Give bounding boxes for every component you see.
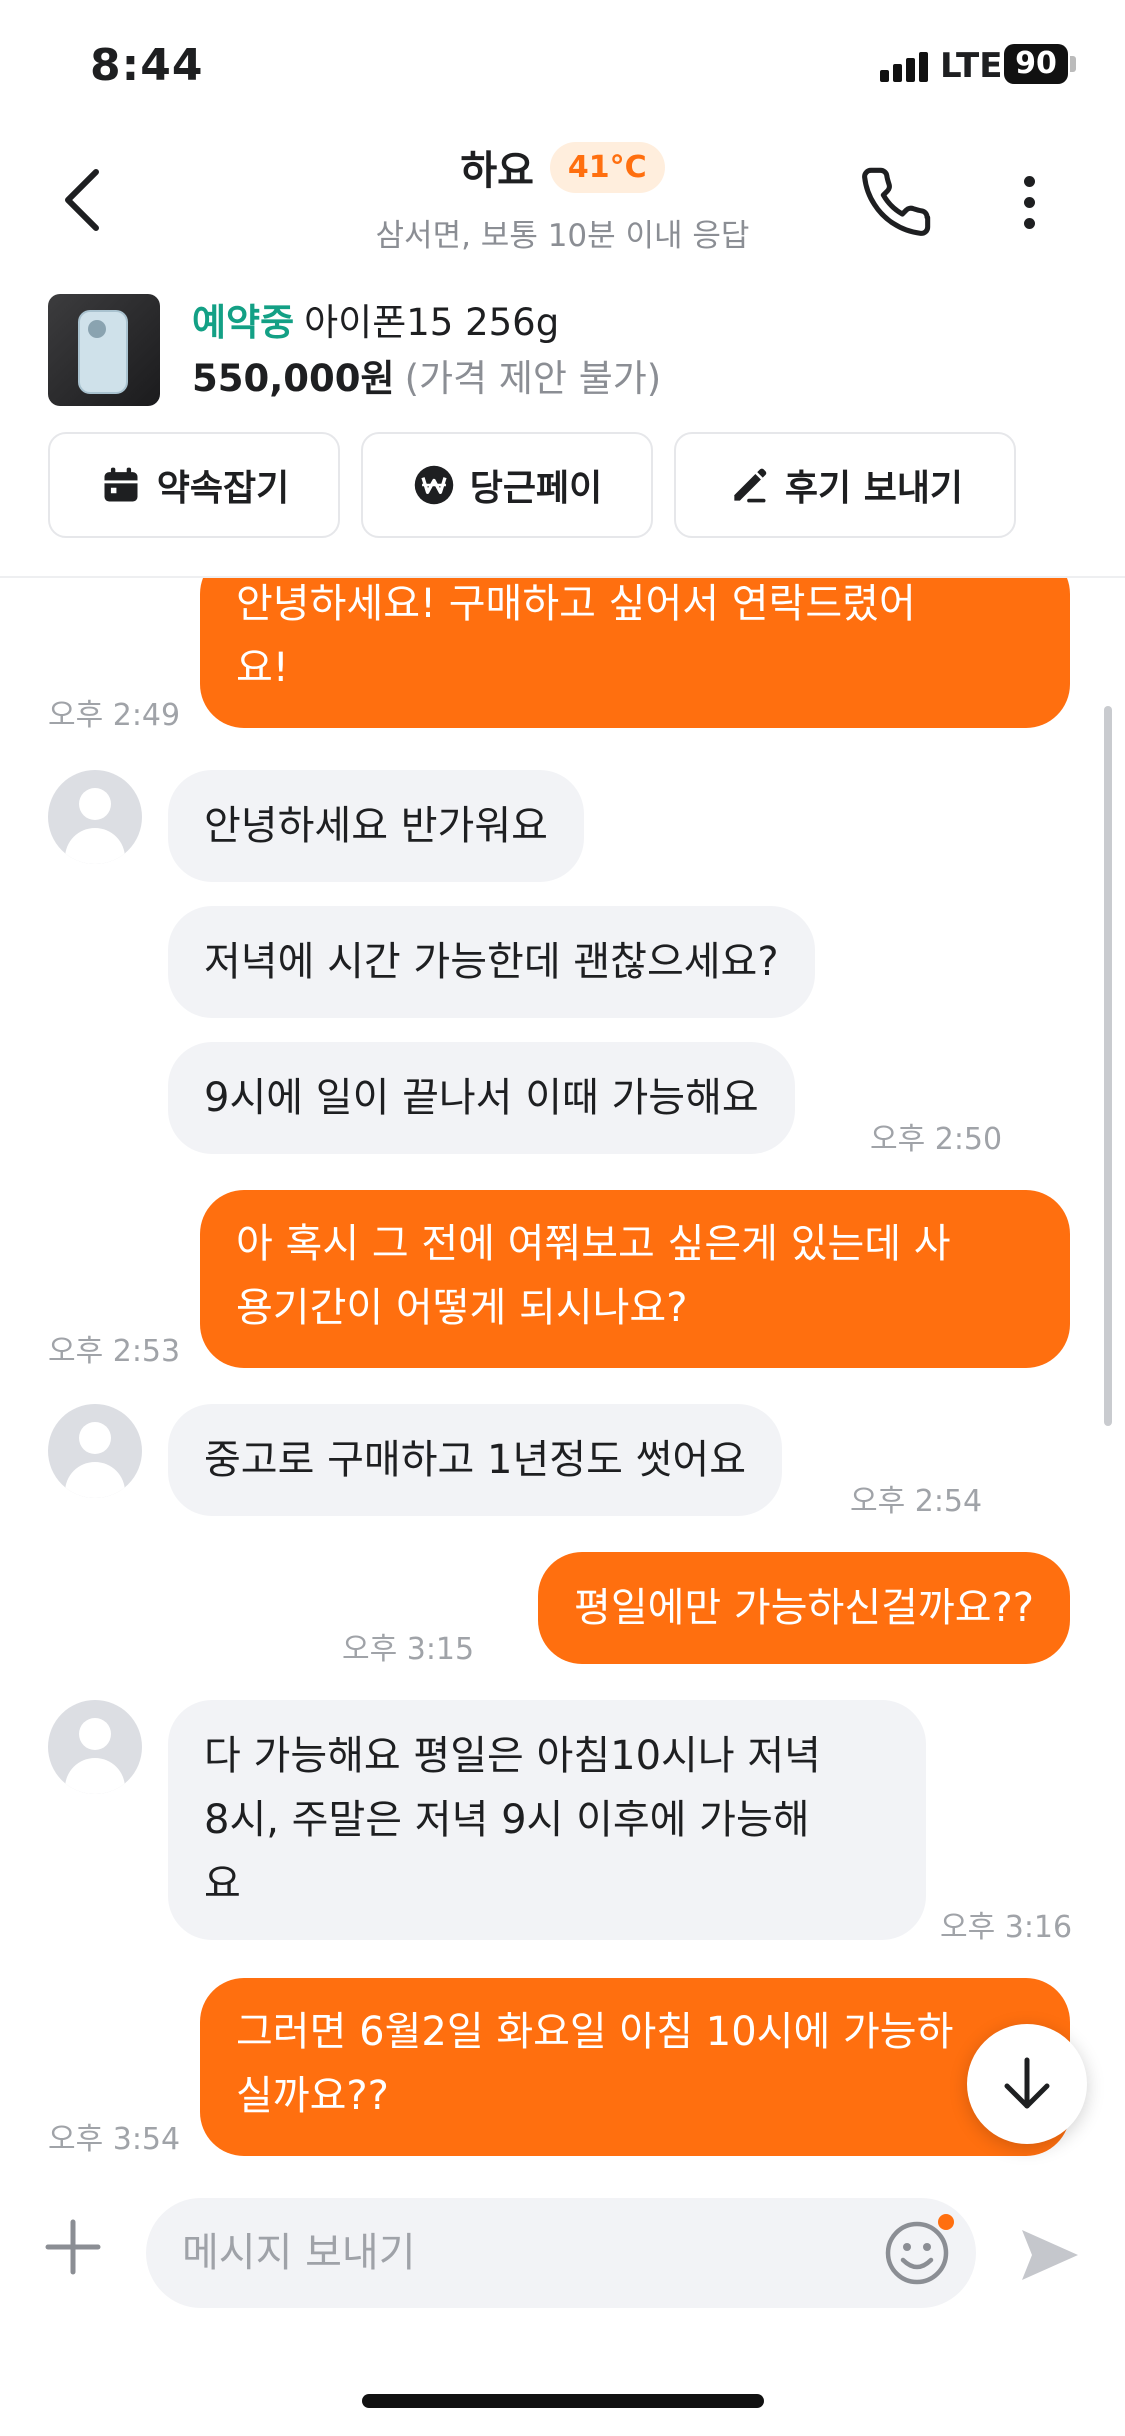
message-list[interactable]: 안녕하세요! 구매하고 싶어서 연락드렸어 요! 오후 2:49 안녕하세요 반… <box>0 578 1125 2158</box>
won-coin-icon <box>414 465 453 505</box>
attach-button[interactable] <box>40 2214 106 2280</box>
message-scrollbar[interactable] <box>1104 706 1112 1426</box>
price-note: (가격 제안 불가) <box>404 357 662 400</box>
avatar[interactable] <box>48 1700 142 1794</box>
send-review-button[interactable]: 후기 보내기 <box>674 432 1016 538</box>
schedule-label: 약속잡기 <box>156 468 290 509</box>
call-button[interactable] <box>858 164 934 240</box>
message-line: 다 가능해요 평일은 아침10시나 저녁 <box>204 1733 821 1779</box>
chat-header: 하요 41°C 삼서면, 보통 10분 이내 응답 <box>0 130 1125 270</box>
message-line: 그러면 6월2일 화요일 아침 10시에 가능하 <box>236 2009 954 2055</box>
manner-temperature-badge[interactable]: 41°C <box>549 141 665 193</box>
message-line: 평일에만 가능하신걸까요?? <box>574 1585 1034 1631</box>
message-line: 9시에 일이 끝나서 이때 가능해요 <box>204 1075 759 1121</box>
network-label: LTE <box>940 46 1003 86</box>
product-name: 아이폰15 256g <box>304 301 560 344</box>
message-time: 오후 2:50 <box>870 1122 1003 1157</box>
send-button[interactable] <box>1016 2222 1082 2288</box>
incoming-message[interactable]: 저녁에 시간 가능한데 괜찮으세요? <box>168 906 815 1018</box>
schedule-button[interactable]: 약속잡기 <box>48 432 340 538</box>
incoming-message[interactable]: 중고로 구매하고 1년정도 썻어요 <box>168 1404 782 1516</box>
new-emoji-dot <box>938 2214 954 2230</box>
incoming-message[interactable]: 안녕하세요 반가워요 <box>168 770 584 882</box>
phone-icon <box>862 167 931 236</box>
message-line: 저녁에 시간 가능한데 괜찮으세요? <box>204 939 779 985</box>
karrot-pay-button[interactable]: 당근페이 <box>361 432 653 538</box>
home-indicator[interactable] <box>362 2394 764 2408</box>
karrot-pay-label: 당근페이 <box>469 468 603 509</box>
battery-cap <box>1070 56 1076 72</box>
message-time: 오후 3:15 <box>342 1632 475 1667</box>
message-time: 오후 3:16 <box>940 1910 1073 1945</box>
status-bar: 8:44 LTE 90 <box>0 0 1125 130</box>
title-area: 하요 41°C 삼서면, 보통 10분 이내 응답 <box>0 138 1125 255</box>
message-input[interactable] <box>146 2198 976 2308</box>
message-line: 요 <box>204 1861 241 1907</box>
message-time: 오후 2:53 <box>48 1334 181 1369</box>
message-time: 오후 2:54 <box>850 1484 983 1519</box>
chat-screen: 8:44 LTE 90 하요 41°C 삼서면, 보통 10분 이내 응답 예약… <box>0 0 1125 2436</box>
header-subtitle: 삼서면, 보통 10분 이내 응답 <box>375 218 750 254</box>
more-options-button[interactable] <box>1010 164 1050 240</box>
pencil-icon <box>734 468 767 503</box>
reservation-status: 예약중 <box>192 301 295 344</box>
outgoing-message[interactable]: 아 혹시 그 전에 여쭤보고 싶은게 있는데 사 용기간이 어떻게 되시나요? <box>200 1190 1070 1368</box>
product-price-line: 550,000원 (가격 제안 불가) <box>192 348 661 402</box>
status-time: 8:44 <box>90 40 204 91</box>
send-icon <box>1022 2230 1078 2280</box>
outgoing-message[interactable]: 평일에만 가능하신걸까요?? <box>538 1552 1070 1664</box>
message-line: 중고로 구매하고 1년정도 썻어요 <box>204 1437 746 1483</box>
product-title-line: 예약중 아이폰15 256g <box>192 292 559 346</box>
message-time: 오후 3:54 <box>48 2122 181 2157</box>
message-line: 안녕하세요! 구매하고 싶어서 연락드렸어 <box>236 581 916 627</box>
incoming-message[interactable]: 다 가능해요 평일은 아침10시나 저녁 8시, 주말은 저녁 9시 이후에 가… <box>168 1700 926 1940</box>
plus-icon <box>45 2219 101 2275</box>
message-time: 오후 2:49 <box>48 698 181 733</box>
send-review-label: 후기 보내기 <box>784 468 964 509</box>
avatar[interactable] <box>48 1404 142 1498</box>
message-line: 아 혹시 그 전에 여쭤보고 싶은게 있는데 사 <box>236 1221 951 1267</box>
product-thumbnail <box>48 294 160 406</box>
message-line: 8시, 주말은 저녁 9시 이후에 가능해 <box>204 1797 810 1843</box>
scroll-to-bottom-button[interactable] <box>967 2024 1087 2144</box>
avatar[interactable] <box>48 770 142 864</box>
message-line: 용기간이 어떻게 되시나요? <box>236 1285 688 1331</box>
product-summary[interactable]: 예약중 아이폰15 256g 550,000원 (가격 제안 불가) <box>0 286 1125 416</box>
outgoing-message[interactable]: 그러면 6월2일 화요일 아침 10시에 가능하 실까요?? <box>200 1978 1070 2156</box>
arrow-down-icon <box>1004 2057 1050 2109</box>
message-line: 요! <box>236 645 289 691</box>
message-line: 안녕하세요 반가워요 <box>204 803 548 849</box>
outgoing-message[interactable]: 안녕하세요! 구매하고 싶어서 연락드렸어 요! <box>200 578 1070 728</box>
signal-icon <box>880 50 932 82</box>
more-vertical-icon <box>1024 176 1035 187</box>
message-line: 실까요?? <box>236 2073 389 2119</box>
product-price: 550,000원 <box>192 357 395 400</box>
incoming-message[interactable]: 9시에 일이 끝나서 이때 가능해요 <box>168 1042 795 1154</box>
message-input-bar <box>0 2178 1125 2318</box>
battery-icon: 90 <box>1004 44 1068 84</box>
calendar-icon <box>104 467 138 502</box>
page-title: 하요 <box>460 148 534 194</box>
action-buttons: 약속잡기 당근페이 후기 보내기 <box>48 432 1088 538</box>
